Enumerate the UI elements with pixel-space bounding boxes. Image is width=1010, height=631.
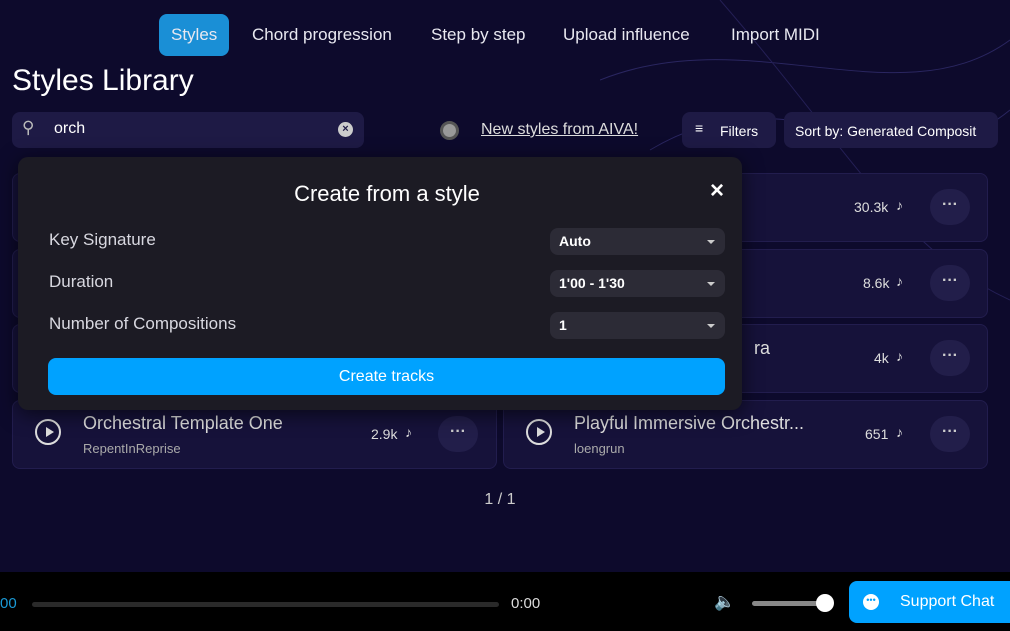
- elapsed-time: 00: [0, 595, 17, 612]
- create-from-style-modal: Create from a style × Key Signature Auto…: [18, 157, 742, 410]
- card-author: loengrun: [574, 441, 625, 456]
- create-tracks-button[interactable]: Create tracks: [48, 358, 725, 395]
- close-icon[interactable]: ×: [710, 177, 724, 205]
- play-button[interactable]: [35, 419, 61, 445]
- support-chat-button[interactable]: ••• Support Chat: [849, 581, 1010, 623]
- card-title: Orchestral Template One: [83, 413, 283, 433]
- card-title: Playful Immersive Orchestr...: [574, 413, 805, 433]
- compositions-select[interactable]: 1: [550, 312, 725, 339]
- tab-chord-progression[interactable]: Chord progression: [240, 14, 404, 56]
- new-styles-link[interactable]: New styles from AIVA!: [481, 121, 638, 139]
- search-value: orch: [54, 120, 86, 137]
- chat-icon: •••: [863, 594, 879, 610]
- key-signature-label: Key Signature: [49, 230, 156, 249]
- note-icon: ♪: [896, 273, 903, 289]
- modal-title: Create from a style: [294, 181, 480, 206]
- style-card[interactable]: Orchestral Template One RepentInReprise …: [12, 400, 497, 469]
- note-icon: ♪: [896, 424, 903, 440]
- more-options-button[interactable]: ···: [930, 189, 970, 225]
- clear-search-icon[interactable]: ×: [338, 122, 353, 137]
- duration-label: Duration: [49, 272, 114, 291]
- note-icon: ♪: [896, 197, 903, 213]
- filters-button[interactable]: ≡ Filters: [682, 112, 776, 148]
- compositions-label: Number of Compositions: [49, 314, 237, 333]
- play-count: 30.3k: [854, 199, 889, 215]
- play-count: 2.9k: [371, 426, 398, 442]
- card-author: RepentInReprise: [83, 441, 181, 456]
- card-title: ra: [754, 338, 771, 358]
- filter-icon: ≡: [695, 120, 704, 136]
- key-signature-select[interactable]: Auto: [550, 228, 725, 255]
- tab-styles[interactable]: Styles: [159, 14, 230, 56]
- player-bar: 00 0:00 🔈 ••• Support Chat: [0, 572, 1010, 631]
- play-count: 8.6k: [863, 275, 890, 291]
- tab-import-midi[interactable]: Import MIDI: [719, 14, 832, 56]
- search-input[interactable]: ⚲ orch ×: [12, 112, 364, 148]
- note-icon: ♪: [405, 424, 412, 440]
- page-title: Styles Library: [12, 64, 194, 97]
- tab-step-by-step[interactable]: Step by step: [419, 14, 538, 56]
- more-options-button[interactable]: ···: [930, 340, 970, 376]
- volume-icon[interactable]: 🔈: [714, 592, 735, 612]
- total-time: 0:00: [511, 595, 541, 612]
- new-styles-toggle[interactable]: [440, 121, 459, 140]
- play-count: 651: [865, 426, 889, 442]
- volume-slider[interactable]: [752, 601, 824, 606]
- more-options-button[interactable]: ···: [930, 265, 970, 301]
- note-icon: ♪: [896, 348, 903, 364]
- more-options-button[interactable]: ···: [930, 416, 970, 452]
- volume-handle[interactable]: [816, 594, 834, 612]
- style-card[interactable]: Playful Immersive Orchestr... loengrun 6…: [503, 400, 988, 469]
- play-button[interactable]: [526, 419, 552, 445]
- seek-bar[interactable]: [32, 602, 499, 607]
- sort-dropdown[interactable]: Sort by: Generated Composit: [784, 112, 998, 148]
- tab-upload-influence[interactable]: Upload influence: [551, 14, 702, 56]
- duration-select[interactable]: 1'00 - 1'30: [550, 270, 725, 297]
- play-count: 4k: [874, 350, 889, 366]
- pagination: 1 / 1: [484, 491, 516, 508]
- search-icon: ⚲: [22, 118, 35, 137]
- more-options-button[interactable]: ···: [438, 416, 478, 452]
